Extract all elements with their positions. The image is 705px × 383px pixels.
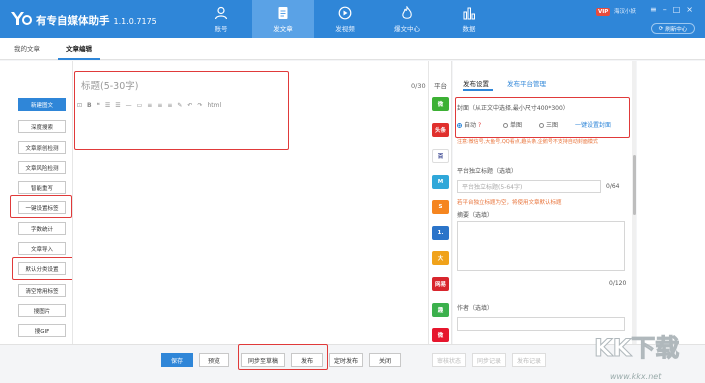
refresh-icon: ⟳ (658, 25, 664, 32)
active-tab-indicator (463, 89, 493, 91)
play-icon (338, 6, 352, 19)
app-version: 1.1.0.7175 (113, 17, 157, 26)
right-blank-area (637, 61, 705, 344)
standalone-title-label: 平台独立标题（选填） (457, 168, 518, 175)
platform-label: 平台 (434, 82, 447, 90)
qutoutiao-icon[interactable]: 趣 (432, 303, 449, 317)
publish-records-button[interactable]: 发布记录 (512, 353, 546, 367)
close-icon[interactable]: × (686, 5, 693, 14)
highlight-default-category (12, 257, 75, 280)
toutiao-icon[interactable]: 头条 (432, 123, 449, 137)
review-status-button[interactable]: 审核状态 (432, 353, 466, 367)
highlight-cover-settings (455, 97, 630, 138)
nav-publish-video[interactable]: 发视频 (314, 0, 376, 38)
user-icon (214, 6, 228, 19)
platform-column: 平台 微 头条 百 M S 1. 大 网易 趣 微 (428, 61, 452, 344)
document-icon (278, 6, 288, 19)
search-images-button[interactable]: 搜图片 (18, 304, 66, 317)
author-label: 作者（选填） (457, 305, 494, 312)
sync-records-button[interactable]: 同步记录 (472, 353, 506, 367)
close-button[interactable]: 关闭 (369, 353, 401, 367)
scheduled-publish-button[interactable]: 定时发布 (329, 353, 363, 367)
refresh-label: 刷新中心 (665, 26, 688, 33)
highlight-set-tags (10, 195, 72, 218)
deep-search-button[interactable]: 深度搜索 (18, 120, 66, 133)
tab-publish-settings[interactable]: 发布设置 (463, 78, 489, 88)
preview-button[interactable]: 预览 (199, 353, 229, 367)
tab-bar: 我的文章 文章编辑 (0, 38, 705, 60)
import-article-button[interactable]: 文章导入 (18, 242, 66, 255)
scrollbar-thumb[interactable] (633, 155, 636, 215)
clear-tags-button[interactable]: 清空常用标签 (18, 284, 66, 297)
nav-label: 爆文中心 (394, 24, 420, 33)
maximize-icon[interactable]: □ (673, 5, 681, 14)
nav-account[interactable]: 账号 (190, 0, 252, 38)
vip-badge: VIP (596, 8, 611, 16)
nav-label: 数据 (462, 24, 476, 33)
nav-viral-center[interactable]: 爆文中心 (376, 0, 438, 38)
refresh-button[interactable]: ⟳ 刷新中心 (651, 23, 695, 34)
app-title: 有专自媒体助手 1.1.0.7175 (36, 13, 157, 28)
nav-label: 账号 (214, 24, 228, 33)
cover-warning: 注意:微信号,大鱼号,QQ看点,趣头条,企鹅号不支持自动封面模式 (457, 139, 598, 145)
risk-check-button[interactable]: 文章风险检测 (18, 161, 66, 174)
weibo-icon[interactable]: 微 (432, 328, 449, 342)
word-count-button[interactable]: 字数统计 (18, 222, 66, 235)
user-name[interactable]: 海汉小妖 (614, 8, 636, 16)
save-button[interactable]: 保存 (161, 353, 193, 367)
title-char-count: 0/30 (411, 82, 426, 90)
standalone-title-count: 0/64 (606, 183, 620, 190)
yidian-icon[interactable]: M (432, 175, 449, 189)
site-watermark: KK下载 www.kkx.net (590, 326, 700, 382)
originality-check-button[interactable]: 文章原创检测 (18, 141, 66, 154)
yiqi-icon[interactable]: 1. (432, 226, 449, 240)
summary-count: 0/120 (609, 280, 627, 287)
watermark-url: www.kkx.net (610, 372, 662, 381)
nav-publish-article[interactable]: 发文章 (252, 0, 314, 38)
main-nav: 账号 发文章 发视频 爆文中心 数据 (190, 0, 500, 38)
highlight-sync-publish (238, 344, 328, 370)
summary-input[interactable] (457, 221, 625, 271)
menu-icon[interactable]: ≡ (650, 5, 657, 14)
title-bar: 有专自媒体助手 1.1.0.7175 账号 发文章 发视频 爆文中心 数据 VIP… (0, 0, 705, 38)
highlight-title-editor (74, 71, 289, 150)
fire-icon (402, 5, 412, 19)
app-name: 有专自媒体助手 (36, 15, 110, 27)
nav-data[interactable]: 数据 (438, 0, 500, 38)
search-gif-button[interactable]: 搜GIF (18, 324, 66, 337)
tab-platform-management[interactable]: 发布平台管理 (507, 78, 546, 88)
tab-article-edit[interactable]: 文章编辑 (58, 38, 100, 60)
smart-rewrite-button[interactable]: 智能重写 (18, 181, 66, 194)
standalone-title-warning: 若平台独立标题为空，将使用文章默认标题 (457, 200, 562, 206)
summary-label: 摘要（选填） (457, 212, 494, 219)
standalone-title-input[interactable]: 平台独立标题(5-64字) (457, 180, 601, 193)
nav-label: 发文章 (273, 24, 293, 33)
dayu-icon[interactable]: 大 (432, 251, 449, 265)
minimize-icon[interactable]: – (663, 5, 667, 14)
app-logo-icon (11, 12, 32, 25)
watermark-logo-text: KK下载 (594, 334, 679, 362)
tab-my-articles[interactable]: 我的文章 (6, 38, 48, 60)
wechat-icon[interactable]: 微 (432, 97, 449, 111)
new-article-button[interactable]: 新建图文 (18, 98, 66, 111)
baijiahao-icon[interactable]: 百 (432, 149, 449, 163)
nav-label: 发视频 (335, 24, 355, 33)
sohu-icon[interactable]: S (432, 200, 449, 214)
window-controls: ≡ – □ × (650, 5, 693, 14)
watermark-logo: KK下载 (594, 334, 680, 363)
chart-icon (463, 7, 475, 19)
wangyi-icon[interactable]: 网易 (432, 277, 449, 291)
